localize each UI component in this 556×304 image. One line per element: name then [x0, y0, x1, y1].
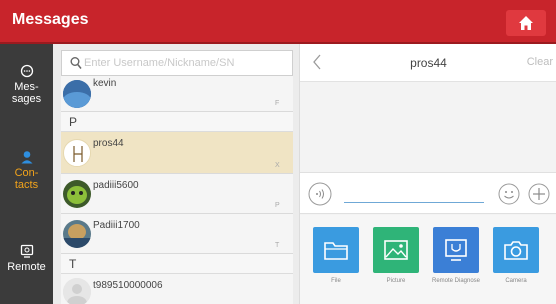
tool-label: File [331, 278, 341, 284]
contact-list-panel: kevin F P pros44 X padiii5600 P [53, 44, 299, 304]
remote-icon [20, 244, 33, 258]
file-tile[interactable] [313, 227, 359, 273]
search-box[interactable] [61, 50, 293, 76]
contact-row[interactable]: kevin F [61, 76, 293, 112]
contact-letter: F [275, 100, 280, 107]
voice-icon[interactable] [308, 182, 332, 206]
contact-name: padiii5600 [93, 180, 139, 191]
section-header-p: P [61, 112, 293, 132]
side-nav: Mes- sages Con- tacts Remote [0, 44, 53, 304]
attachment-tools: File Picture Remote Diagnose Camera [300, 215, 556, 304]
chat-panel: pros44 Clear File Picture Remote Diagnos… [299, 44, 556, 304]
nav-item-messages[interactable]: Mes- sages [0, 64, 53, 105]
contact-name: Padiii1700 [93, 220, 140, 231]
nav-label-line2: tacts [14, 179, 39, 191]
nav-label-line1: Mes- [14, 81, 39, 93]
file-tool[interactable]: File [308, 227, 364, 285]
chat-title: pros44 [410, 56, 447, 70]
remote-diagnose-tile[interactable] [433, 227, 479, 273]
contact-letter: P [275, 202, 280, 209]
avatar [63, 278, 91, 304]
search-input[interactable] [84, 54, 288, 72]
nav-label-line1: Remote [7, 261, 46, 273]
picture-icon [384, 240, 408, 260]
search-icon [70, 57, 82, 69]
message-input[interactable] [344, 181, 484, 203]
home-icon [519, 16, 533, 30]
avatar [63, 139, 91, 167]
chat-header: pros44 Clear [300, 44, 556, 82]
section-header-t: T [61, 254, 293, 274]
tool-label: Remote Diagnose [431, 278, 481, 284]
person-icon [21, 151, 32, 164]
contact-name: t989510000006 [93, 280, 163, 291]
contact-name: pros44 [93, 138, 124, 149]
camera-icon [504, 241, 528, 260]
contact-letter: T [275, 242, 280, 249]
home-button[interactable] [506, 10, 546, 36]
nav-item-remote[interactable]: Remote [0, 244, 53, 273]
tool-label: Picture [386, 278, 406, 284]
message-input-bar [300, 172, 556, 214]
camera-tool[interactable]: Camera [488, 227, 544, 285]
nav-item-contacts[interactable]: Con- tacts [0, 150, 53, 191]
plus-icon[interactable] [528, 183, 550, 205]
remote-diagnose-tool[interactable]: Remote Diagnose [428, 227, 484, 285]
camera-tile[interactable] [493, 227, 539, 273]
folder-icon [324, 242, 348, 260]
contact-row[interactable]: t989510000006 [61, 274, 293, 304]
avatar [63, 220, 91, 248]
avatar [63, 80, 91, 108]
emoji-icon[interactable] [498, 183, 520, 205]
contact-row[interactable]: padiii5600 P [61, 174, 293, 214]
contact-row-selected[interactable]: pros44 X [61, 132, 293, 174]
app-title: Messages [12, 11, 89, 28]
contact-name: kevin [93, 78, 117, 89]
picture-tile[interactable] [373, 227, 419, 273]
nav-label-line1: Con- [14, 167, 39, 179]
avatar [63, 180, 91, 208]
top-bar: Messages [0, 0, 556, 44]
contact-row[interactable]: Padiii1700 T [61, 214, 293, 254]
contact-letter: X [275, 162, 280, 169]
picture-tool[interactable]: Picture [368, 227, 424, 285]
remote-diagnose-icon [445, 239, 467, 261]
chat-bubble-icon [20, 64, 33, 78]
tool-label: Camera [505, 278, 527, 284]
nav-label-line2: sages [11, 93, 42, 105]
clear-button[interactable]: Clear [527, 56, 553, 68]
